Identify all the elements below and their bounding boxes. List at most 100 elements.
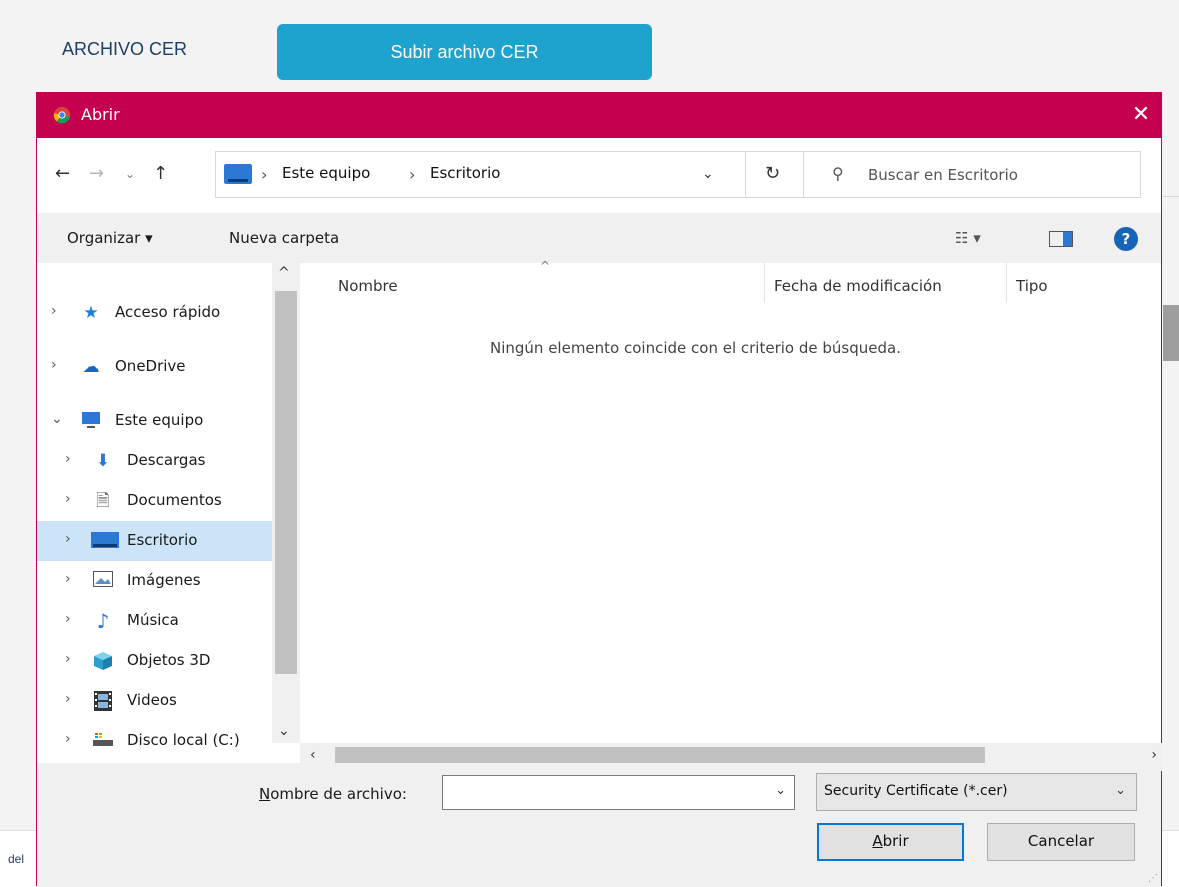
breadcrumb-este-equipo[interactable]: Este equipo [282, 164, 370, 182]
chevron-right-icon[interactable]: › [51, 357, 57, 373]
navigation-pane: › ★ Acceso rápido › ☁ OneDrive ⌄ Este eq… [37, 263, 272, 763]
sort-ascending-icon: ^ [540, 259, 551, 273]
view-options-icon[interactable]: ☷ ▾ [955, 229, 981, 247]
back-arrow-icon[interactable]: ← [55, 163, 70, 184]
chevron-right-icon[interactable]: › [65, 731, 71, 747]
resize-grip-icon[interactable]: ⋰ [1148, 873, 1158, 884]
file-open-dialog: Abrir ✕ ← → ⌄ ↑ › Este equipo › Escritor… [36, 92, 1163, 887]
page-footer-text: del [8, 852, 25, 866]
filename-input[interactable] [449, 782, 763, 804]
document-icon: 🗎 [96, 491, 110, 511]
chevron-right-icon[interactable]: › [1151, 747, 1157, 763]
breadcrumb-separator-icon: › [261, 165, 268, 184]
dialog-title-bar[interactable]: Abrir ✕ [37, 93, 1161, 138]
nav-item-disco-local[interactable]: › Disco local (C:) [37, 721, 272, 761]
nav-item-label: Acceso rápido [115, 303, 221, 321]
chevron-right-icon[interactable]: › [65, 651, 71, 667]
refresh-icon: ↻ [765, 163, 781, 184]
chevron-down-icon[interactable]: ⌄ [278, 723, 290, 739]
chevron-right-icon[interactable]: › [65, 451, 71, 467]
filename-label-text: ombre de archivo: [270, 785, 407, 803]
drive-icon [93, 731, 113, 751]
this-pc-icon [224, 164, 252, 184]
nav-item-imagenes[interactable]: › Imágenes [37, 561, 272, 601]
nav-item-acceso-rapido[interactable]: › ★ Acceso rápido [37, 293, 272, 333]
nav-item-label: Documentos [127, 491, 222, 509]
open-button-mnemonic: A [872, 832, 883, 850]
nav-item-label: Objetos 3D [127, 651, 211, 669]
page-side-block [1163, 305, 1179, 361]
desktop-icon [91, 531, 119, 551]
upload-cer-button[interactable]: Subir archivo CER [277, 24, 652, 80]
film-icon [93, 691, 113, 711]
nav-item-este-equipo[interactable]: ⌄ Este equipo [37, 401, 272, 441]
search-icon: ⚲ [832, 164, 844, 183]
cer-file-label: ARCHIVO CER [62, 39, 188, 59]
chevron-down-icon[interactable]: ⌄ [51, 411, 63, 427]
new-folder-button[interactable]: Nueva carpeta [229, 229, 339, 247]
search-box[interactable]: ⚲ [803, 151, 1141, 198]
close-icon[interactable]: ✕ [1127, 101, 1155, 129]
preview-pane-icon[interactable] [1049, 231, 1073, 247]
nav-item-documentos[interactable]: › 🗎 Documentos [37, 481, 272, 521]
recent-locations-chevron-icon[interactable]: ⌄ [125, 167, 135, 181]
dialog-toolbar: Organizar ▾ Nueva carpeta ☷ ▾ ? [37, 213, 1161, 263]
chevron-down-icon[interactable]: ⌄ [702, 166, 714, 182]
image-icon [93, 571, 113, 591]
dialog-title: Abrir [81, 105, 120, 124]
help-icon[interactable]: ? [1114, 227, 1138, 251]
scrollbar-thumb[interactable] [275, 291, 297, 674]
column-header-modified[interactable]: Fecha de modificación [774, 277, 942, 295]
chevron-down-icon[interactable]: ⌄ [775, 783, 786, 798]
up-arrow-icon[interactable]: ↑ [153, 163, 168, 184]
chevron-right-icon[interactable]: › [65, 611, 71, 627]
nav-item-label: Disco local (C:) [127, 731, 240, 749]
nav-item-label: Este equipo [115, 411, 204, 429]
chevron-right-icon[interactable]: › [51, 303, 57, 319]
open-button[interactable]: Abrir [817, 823, 964, 861]
file-list: ^ Nombre Fecha de modificación Tipo Ning… [300, 259, 1163, 741]
nav-item-musica[interactable]: › ♪ Música [37, 601, 272, 641]
cancel-button[interactable]: Cancelar [987, 823, 1135, 861]
nav-item-label: Videos [127, 691, 177, 709]
nav-item-descargas[interactable]: › ⬇ Descargas [37, 441, 272, 481]
column-header-name[interactable]: Nombre [338, 277, 398, 295]
refresh-button[interactable]: ↻ [746, 151, 807, 198]
organize-menu[interactable]: Organizar ▾ [67, 229, 153, 247]
forward-arrow-icon[interactable]: → [89, 163, 104, 184]
chevron-right-icon[interactable]: › [65, 571, 71, 587]
file-type-filter-value: Security Certificate (*.cer) [824, 783, 1008, 799]
column-header-type[interactable]: Tipo [1016, 277, 1048, 295]
chevron-up-icon[interactable]: ^ [278, 265, 290, 281]
chevron-right-icon[interactable]: › [65, 491, 71, 507]
page-divider [1163, 196, 1179, 197]
chevron-right-icon[interactable]: › [65, 531, 71, 547]
dialog-content: › ★ Acceso rápido › ☁ OneDrive ⌄ Este eq… [37, 259, 1163, 771]
download-icon: ⬇ [95, 451, 111, 471]
nav-item-escritorio[interactable]: › Escritorio [37, 521, 272, 561]
breadcrumb-escritorio[interactable]: Escritorio [430, 164, 500, 182]
column-divider [1006, 263, 1007, 303]
open-button-label: brir [882, 832, 909, 850]
nav-item-label: Descargas [127, 451, 206, 469]
file-type-filter-select[interactable]: Security Certificate (*.cer) ⌄ [816, 773, 1137, 811]
filename-combobox[interactable]: ⌄ [442, 775, 795, 810]
nav-item-label: Escritorio [127, 531, 198, 549]
chevron-left-icon[interactable]: ‹ [310, 747, 316, 763]
computer-icon [81, 411, 101, 431]
dialog-footer: Nombre de archivo: ⌄ Security Certificat… [37, 763, 1161, 887]
nav-item-videos[interactable]: › Videos [37, 681, 272, 721]
filename-label-mnemonic: N [259, 785, 271, 803]
nav-item-objetos-3d[interactable]: › Objetos 3D [37, 641, 272, 681]
chevron-down-icon: ⌄ [1115, 783, 1126, 798]
chrome-icon [53, 106, 71, 124]
chevron-right-icon[interactable]: › [65, 691, 71, 707]
column-divider [764, 263, 765, 303]
breadcrumb-separator-icon: › [409, 165, 416, 184]
address-bar[interactable]: › Este equipo › Escritorio ⌄ [215, 151, 746, 198]
navigation-pane-scrollbar[interactable]: ^ ⌄ [272, 263, 300, 743]
search-input[interactable] [866, 162, 1130, 188]
star-icon: ★ [83, 303, 99, 323]
nav-item-onedrive[interactable]: › ☁ OneDrive [37, 347, 272, 387]
filename-label: Nombre de archivo: [259, 785, 407, 803]
